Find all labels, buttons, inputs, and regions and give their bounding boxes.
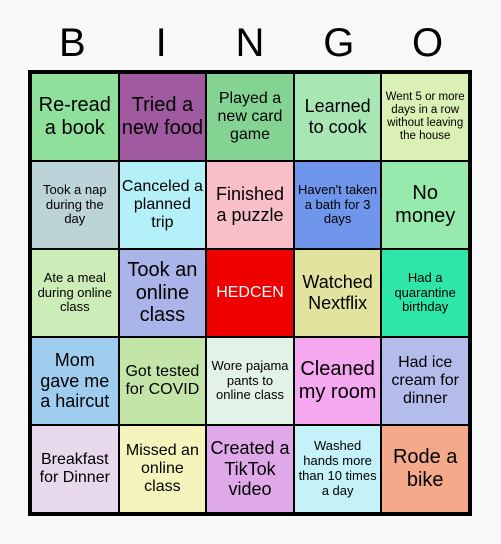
bingo-cell[interactable]: Watched Nextflix bbox=[293, 249, 382, 337]
bingo-cell-label: No money bbox=[395, 182, 456, 227]
bingo-cell[interactable]: Haven't taken a bath for 3 days bbox=[293, 161, 382, 249]
bingo-cell[interactable]: Mom gave me a haircut bbox=[31, 337, 119, 425]
bingo-cell-label: Took an online class bbox=[127, 258, 198, 327]
bingo-cell[interactable]: Had ice cream for dinner bbox=[381, 337, 469, 425]
bingo-cell[interactable]: Took a nap during the day bbox=[31, 161, 119, 249]
bingo-cell-label: Learned to cook bbox=[304, 96, 371, 137]
bingo-cell[interactable]: Ate a meal during online class bbox=[31, 249, 119, 337]
bingo-cell[interactable]: Took an online class bbox=[118, 249, 207, 337]
header-letter-g: G bbox=[323, 21, 355, 65]
bingo-cell-label: Created a TikTok video bbox=[210, 438, 290, 500]
header-letter-i: I bbox=[155, 21, 167, 65]
bingo-cell-label: Got tested for COVID bbox=[125, 362, 200, 398]
bingo-cell[interactable]: Went 5 or more days in a row without lea… bbox=[381, 73, 469, 161]
bingo-cell[interactable]: Re-read a book bbox=[31, 73, 119, 161]
header-letter-o: O bbox=[412, 21, 444, 65]
bingo-cell[interactable]: Missed an online class bbox=[118, 425, 207, 513]
bingo-cell[interactable]: Rode a bike bbox=[381, 425, 469, 513]
bingo-cell[interactable]: Created a TikTok video bbox=[206, 425, 294, 513]
bingo-cell[interactable]: Finished a puzzle bbox=[206, 161, 294, 249]
bingo-cell-label: Watched Nextflix bbox=[302, 272, 373, 313]
bingo-header: B I N G O bbox=[28, 18, 472, 68]
bingo-cell-label: Tried a new food bbox=[121, 94, 203, 139]
bingo-cell-label: Ate a meal during online class bbox=[37, 269, 113, 315]
bingo-cell[interactable]: Had a quarantine birthday bbox=[381, 249, 469, 337]
header-letter-n: N bbox=[235, 21, 265, 65]
bingo-cell-label: Washed hands more than 10 times a day bbox=[298, 438, 377, 498]
bingo-cell[interactable]: Tried a new food bbox=[118, 73, 207, 161]
bingo-cell-label: Missed an online class bbox=[125, 441, 199, 496]
bingo-cell-label: Rode a bike bbox=[392, 446, 458, 491]
bingo-card: B I N G O Re-read a book Tried a new food… bbox=[0, 0, 501, 544]
bingo-cell[interactable]: Learned to cook bbox=[293, 73, 382, 161]
bingo-cell-label: Played a new card game bbox=[217, 89, 283, 144]
bingo-cell[interactable]: Wore pajama pants to online class bbox=[206, 337, 294, 425]
bingo-cell-label: Had ice cream for dinner bbox=[391, 353, 459, 408]
bingo-cell-label: Wore pajama pants to online class bbox=[211, 357, 289, 403]
bingo-cell-label: Breakfast for Dinner bbox=[39, 450, 110, 486]
bingo-cell-label: Finished a puzzle bbox=[215, 184, 285, 225]
bingo-cell[interactable]: Played a new card game bbox=[206, 73, 294, 161]
bingo-cell[interactable]: No money bbox=[381, 161, 469, 249]
bingo-cell-label: Had a quarantine birthday bbox=[394, 269, 456, 315]
bingo-cell-label: Took a nap during the day bbox=[42, 181, 107, 227]
bingo-cell[interactable]: Washed hands more than 10 times a day bbox=[293, 425, 382, 513]
bingo-cell-label: Canceled a planned trip bbox=[121, 177, 203, 232]
bingo-cell-label: Mom gave me a haircut bbox=[40, 350, 110, 412]
bingo-cell-free-space[interactable]: HEDCEN bbox=[206, 249, 294, 337]
bingo-cell-label: Haven't taken a bath for 3 days bbox=[298, 181, 378, 227]
bingo-cell[interactable]: Cleaned my room bbox=[293, 337, 382, 425]
bingo-cell-label: Cleaned my room bbox=[298, 358, 377, 403]
bingo-cell-label: HEDCEN bbox=[216, 283, 284, 301]
bingo-cell-label: Re-read a book bbox=[38, 94, 111, 139]
bingo-cell[interactable]: Canceled a planned trip bbox=[118, 161, 207, 249]
bingo-grid: Re-read a book Tried a new food Played a n… bbox=[28, 70, 472, 516]
header-letter-b: B bbox=[59, 21, 86, 65]
bingo-cell[interactable]: Breakfast for Dinner bbox=[31, 425, 119, 513]
bingo-cell[interactable]: Got tested for COVID bbox=[118, 337, 207, 425]
bingo-cell-label: Went 5 or more days in a row without lea… bbox=[385, 90, 465, 143]
